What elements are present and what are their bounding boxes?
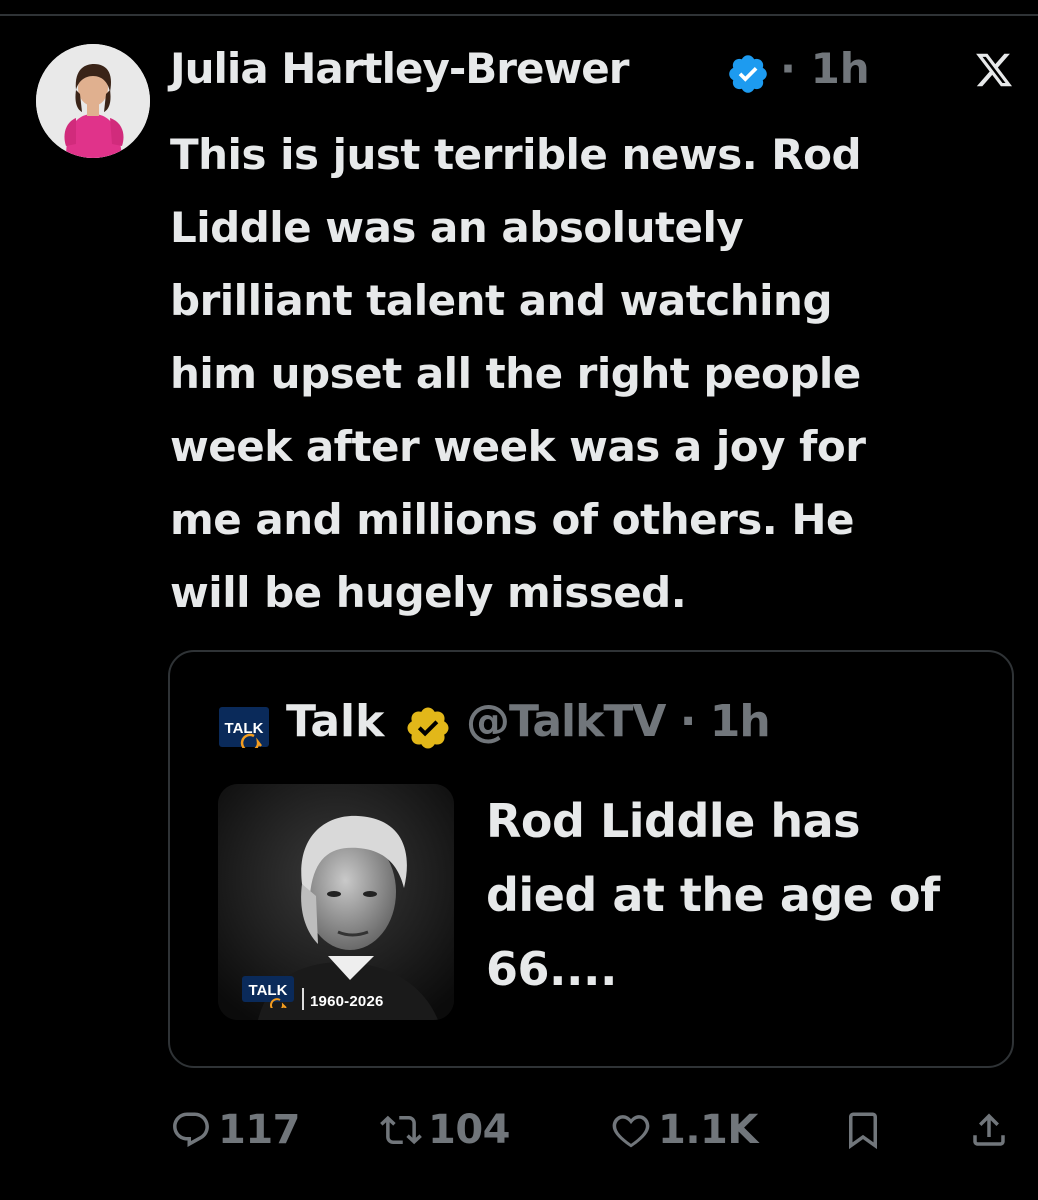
like-count: 1.1K [658, 1107, 758, 1153]
talk-logo-text: TALK [225, 720, 264, 737]
verified-gold-badge-icon [407, 707, 449, 749]
repost-icon [380, 1115, 422, 1145]
talk-logo-icon: TALK [219, 707, 269, 748]
tweet-text: This is just terrible news. Rod Liddle w… [170, 130, 866, 617]
top-divider [0, 14, 1038, 16]
bookmark-icon [849, 1112, 877, 1150]
image-years-caption: 1960-2026 [310, 993, 384, 1010]
repost-button[interactable]: 104 [380, 1100, 511, 1160]
share-button[interactable] [968, 1100, 1010, 1160]
quoted-tweet-image[interactable]: TALK 1960-2026 [218, 784, 454, 1020]
author-avatar[interactable] [36, 44, 150, 158]
quoted-tweet-card[interactable]: TALK Talk @TalkTV · 1h TALK 1960-2026 Ro… [168, 650, 1014, 1068]
reply-icon [173, 1112, 209, 1147]
heart-icon [612, 1115, 650, 1148]
image-caption-divider [302, 988, 304, 1010]
tweet-action-bar: 117 104 1.1K [0, 1100, 1038, 1160]
reply-count: 117 [218, 1107, 301, 1153]
x-logo-icon[interactable] [974, 50, 1014, 90]
share-icon [973, 1113, 1005, 1146]
bookmark-button[interactable] [842, 1100, 884, 1160]
tweet-timestamp[interactable]: · 1h [780, 44, 870, 93]
like-button[interactable]: 1.1K [610, 1100, 758, 1160]
quoted-tweet-text: Rod Liddle has died at the age of 66.... [486, 794, 940, 996]
reply-button[interactable]: 117 [170, 1100, 301, 1160]
talk-watermark-text: TALK [249, 982, 288, 999]
avatar-portrait [36, 44, 150, 158]
repost-count: 104 [428, 1107, 511, 1153]
author-name[interactable]: Julia Hartley-Brewer [170, 44, 629, 93]
quoted-handle-timestamp[interactable]: @TalkTV · 1h [466, 696, 771, 747]
talk-watermark-icon: TALK [242, 976, 294, 1008]
quoted-author-name[interactable]: Talk [286, 696, 384, 747]
verified-blue-badge-icon [729, 55, 767, 93]
